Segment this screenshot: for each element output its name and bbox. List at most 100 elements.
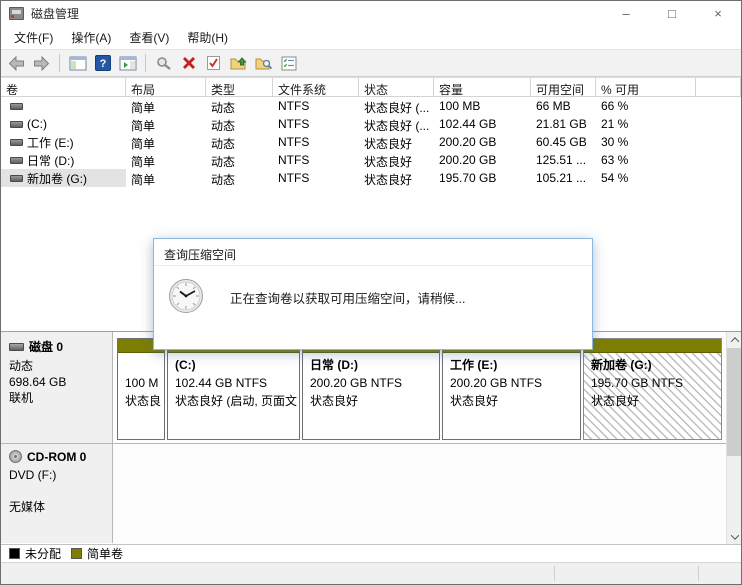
scroll-up-icon[interactable]: [727, 332, 741, 347]
column-header-percent-free[interactable]: % 可用: [596, 78, 696, 96]
partition-size: 195.70 GB NTFS: [591, 376, 684, 390]
query-shrink-space-dialog: 查询压缩空间 正在查询卷以获取可用压缩空间，请稍候...: [153, 238, 593, 350]
volume-free: 60.45 GB: [536, 135, 587, 149]
graphical-view-pane: 磁盘 0 动态 698.64 GB 联机 100 M 状态良 (C:) 102.…: [1, 332, 741, 544]
table-row[interactable]: 简单 动态 NTFS 状态良好 (... 100 MB 66 MB 66 %: [1, 97, 741, 115]
volume-icon: [10, 138, 23, 146]
volume-free: 66 MB: [536, 99, 571, 113]
volume-name: 日常 (D:): [27, 153, 75, 168]
volume-type: 动态: [211, 155, 236, 169]
menu-bar: 文件(F) 操作(A) 查看(V) 帮助(H): [1, 25, 741, 49]
table-row-selected[interactable]: 新加卷 (G:) 简单 动态 NTFS 状态良好 195.70 GB 105.2…: [1, 169, 741, 187]
toolbar-separator: [145, 54, 146, 72]
volume-filesystem: NTFS: [278, 153, 310, 167]
maximize-button[interactable]: □: [649, 1, 695, 25]
cdrom0-label[interactable]: CD-ROM 0 DVD (F:) 无媒体: [1, 444, 113, 543]
volume-layout: 简单: [131, 101, 156, 115]
vertical-scrollbar[interactable]: [726, 332, 741, 544]
cdrom0-empty-area: [113, 444, 741, 543]
column-header-layout[interactable]: 布局: [126, 78, 206, 96]
delete-volume-icon[interactable]: [178, 53, 199, 74]
column-header-volume[interactable]: 卷: [1, 78, 126, 96]
table-row[interactable]: 日常 (D:) 简单 动态 NTFS 状态良好 200.20 GB 125.51…: [1, 151, 741, 169]
scroll-down-icon[interactable]: [727, 529, 741, 544]
properties-list-icon[interactable]: [278, 53, 299, 74]
toolbar: ?: [1, 49, 741, 77]
disk0-name: 磁盘 0: [29, 340, 64, 354]
minimize-button[interactable]: –: [603, 1, 649, 25]
status-bar: [1, 562, 741, 584]
volume-status: 状态良好: [364, 173, 413, 187]
volume-capacity: 200.20 GB: [439, 153, 497, 167]
partition-size: 200.20 GB NTFS: [450, 376, 543, 390]
svg-text:?: ?: [99, 58, 106, 70]
menu-action[interactable]: 操作(A): [62, 26, 120, 49]
disk-management-window: 磁盘管理 – □ × 文件(F) 操作(A) 查看(V) 帮助(H) ? 卷 布…: [0, 0, 742, 585]
column-header-capacity[interactable]: 容量: [434, 78, 531, 96]
volume-percent-free: 21 %: [601, 117, 629, 131]
volume-percent-free: 66 %: [601, 99, 629, 113]
unallocated-swatch: [9, 548, 20, 559]
partition-status: 状态良好 (启动, 页面文: [175, 394, 297, 408]
volume-icon: [10, 174, 23, 182]
search-icon[interactable]: [153, 53, 174, 74]
toolbar-separator: [59, 54, 60, 72]
partition-status: 状态良: [125, 394, 162, 408]
partition-g-selected[interactable]: 新加卷 (G:) 195.70 GB NTFS 状态良好: [583, 338, 722, 440]
legend-bar: 未分配 简单卷: [1, 544, 741, 562]
column-header-free-space[interactable]: 可用空间: [531, 78, 596, 96]
back-icon[interactable]: [6, 53, 27, 74]
volume-icon: [10, 102, 23, 110]
cdrom0-name: CD-ROM 0: [27, 450, 87, 464]
volume-layout: 简单: [131, 119, 156, 133]
volume-layout: 简单: [131, 155, 156, 169]
partition-status: 状态良好: [450, 394, 499, 408]
menu-file[interactable]: 文件(F): [5, 26, 62, 49]
cdrom0-media: 无媒体: [9, 500, 46, 514]
partition-size: 102.44 GB NTFS: [175, 376, 268, 390]
volume-free: 21.81 GB: [536, 117, 587, 131]
simple-volume-swatch: [71, 548, 83, 559]
volume-status: 状态良好 (...: [364, 101, 430, 115]
disk0-status: 联机: [9, 391, 34, 405]
partition-d[interactable]: 日常 (D:) 200.20 GB NTFS 状态良好: [302, 338, 440, 440]
volume-filesystem: NTFS: [278, 117, 310, 131]
partition-c[interactable]: (C:) 102.44 GB NTFS 状态良好 (启动, 页面文: [167, 338, 300, 440]
partition-e[interactable]: 工作 (E:) 200.20 GB NTFS 状态良好: [442, 338, 581, 440]
partition-system[interactable]: 100 M 状态良: [117, 338, 165, 440]
volume-type: 动态: [211, 101, 236, 115]
table-row[interactable]: 工作 (E:) 简单 动态 NTFS 状态良好 200.20 GB 60.45 …: [1, 133, 741, 151]
volume-capacity: 100 MB: [439, 99, 481, 113]
cdrom0-drive: DVD (F:): [9, 468, 57, 482]
console-tree-icon[interactable]: [67, 53, 88, 74]
volume-type: 动态: [211, 173, 236, 187]
check-document-icon[interactable]: [203, 53, 224, 74]
menu-view[interactable]: 查看(V): [120, 26, 178, 49]
clock-icon: [168, 278, 204, 317]
partition-size: 100 M: [125, 376, 159, 390]
volume-icon: [10, 120, 23, 128]
partition-name: 新加卷 (G:): [591, 358, 652, 372]
column-header-type[interactable]: 类型: [206, 78, 273, 96]
volume-filesystem: NTFS: [278, 99, 310, 113]
help-icon[interactable]: ?: [92, 53, 113, 74]
partition-status: 状态良好: [310, 394, 359, 408]
forward-icon[interactable]: [31, 53, 52, 74]
action-pane-icon[interactable]: [117, 53, 138, 74]
legend-label: 未分配: [25, 547, 62, 561]
column-header-status[interactable]: 状态: [359, 78, 434, 96]
folder-up-icon[interactable]: [228, 53, 249, 74]
menu-help[interactable]: 帮助(H): [178, 26, 237, 49]
disk0-label[interactable]: 磁盘 0 动态 698.64 GB 联机: [1, 332, 113, 443]
volume-percent-free: 30 %: [601, 135, 629, 149]
legend-label: 简单卷: [87, 547, 124, 561]
partition-name: 日常 (D:): [310, 358, 358, 372]
volume-table-header: 卷 布局 类型 文件系统 状态 容量 可用空间 % 可用: [1, 77, 741, 97]
harddisk-icon: [9, 342, 24, 351]
column-header-filesystem[interactable]: 文件系统: [273, 78, 359, 96]
window-title: 磁盘管理: [31, 6, 80, 21]
folder-search-icon[interactable]: [253, 53, 274, 74]
table-row[interactable]: (C:) 简单 动态 NTFS 状态良好 (... 102.44 GB 21.8…: [1, 115, 741, 133]
scrollbar-thumb[interactable]: [727, 348, 741, 456]
close-button[interactable]: ×: [695, 1, 741, 25]
